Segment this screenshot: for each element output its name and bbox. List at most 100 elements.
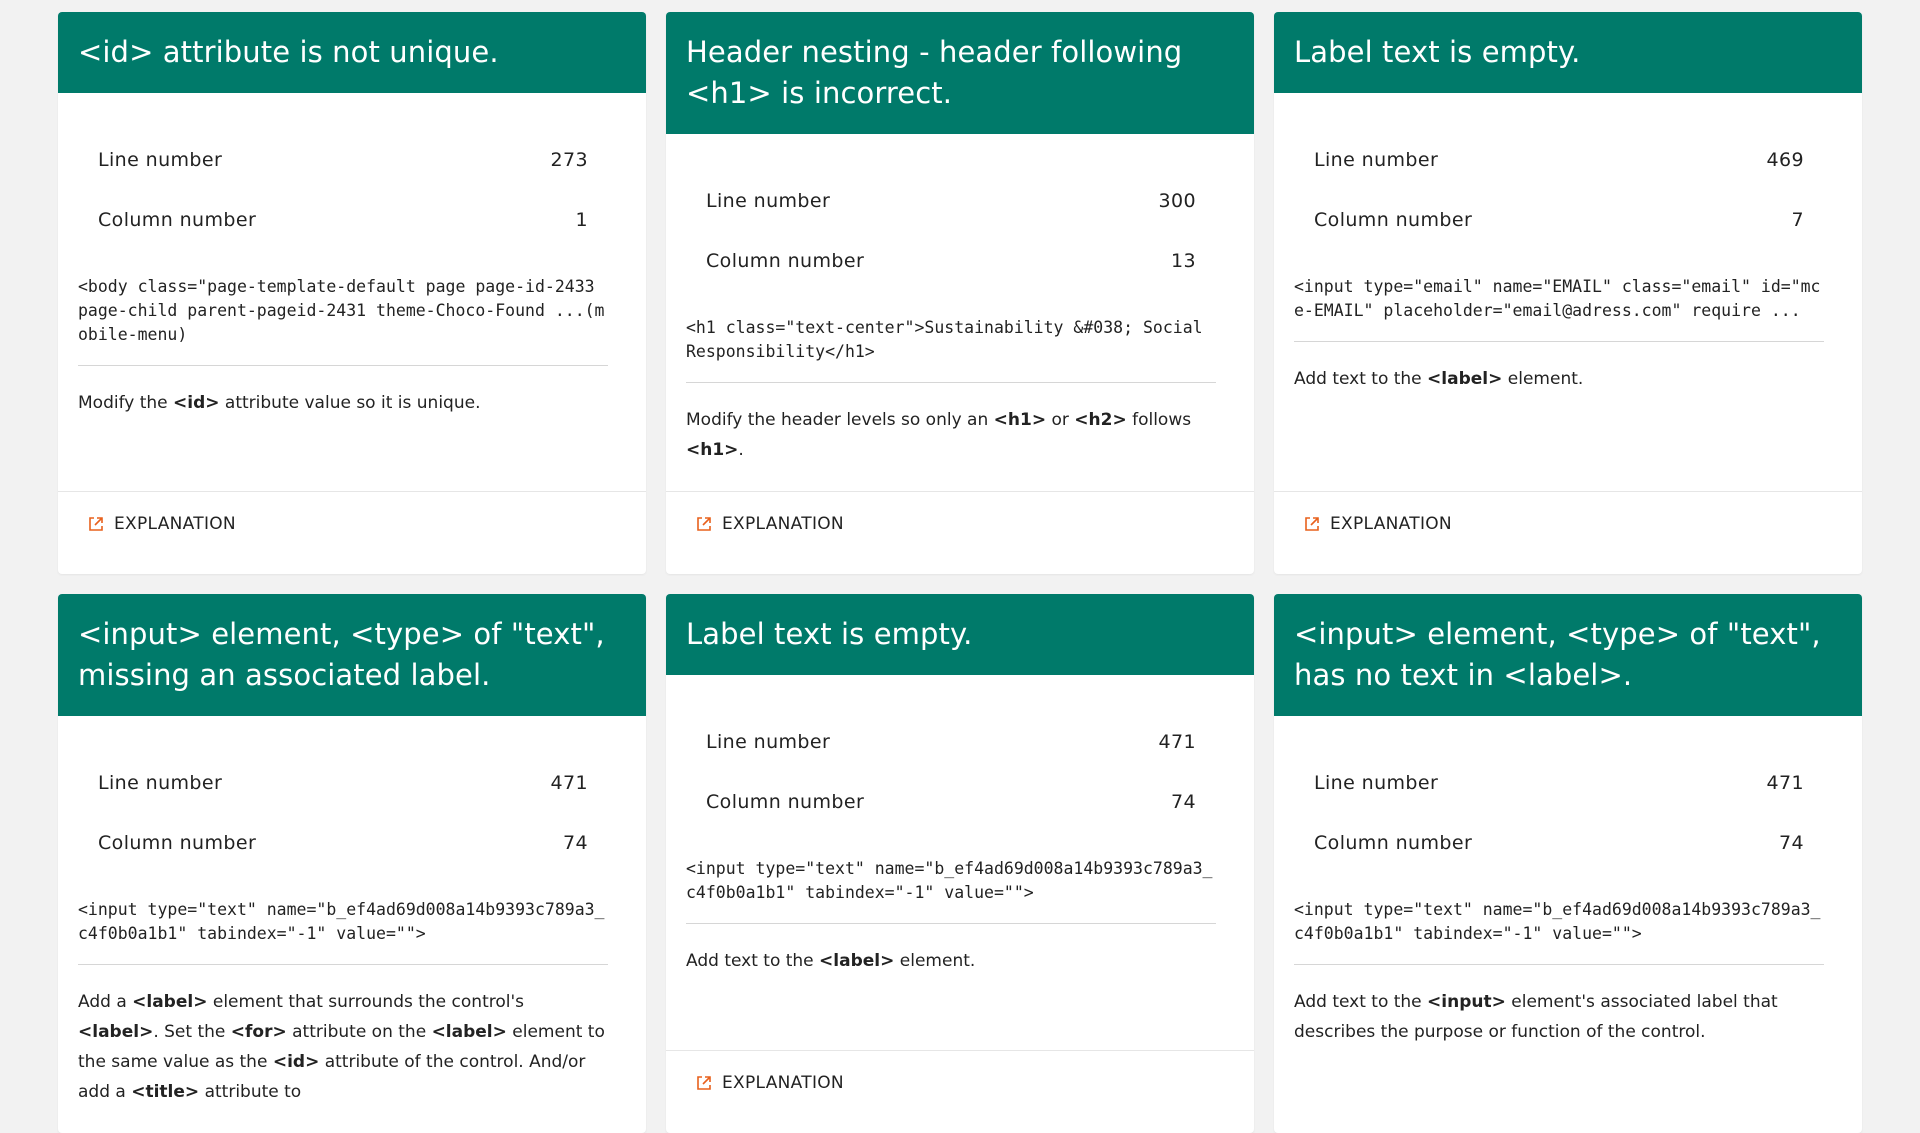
column-number-row: Column number 74 — [78, 830, 608, 890]
explanation-link[interactable]: EXPLANATION — [666, 491, 1254, 574]
advice-text: element. — [1502, 369, 1584, 389]
line-number-row: Line number 469 — [1294, 147, 1824, 207]
advice-code-term: <h2> — [1074, 410, 1127, 430]
advice-text: . Set the — [153, 1022, 231, 1042]
line-number-row: Line number 300 — [686, 188, 1216, 248]
issue-card-5: Label text is empty. Line number 471 Col… — [666, 594, 1254, 1133]
column-number-row: Column number 1 — [78, 207, 608, 267]
column-number-label: Column number — [1314, 832, 1473, 854]
code-snippet: <input type="text" name="b_ef4ad69d008a1… — [1294, 890, 1824, 965]
column-number-value: 7 — [1791, 209, 1804, 231]
fix-advice: Add text to the <label> element. — [686, 924, 1216, 1002]
line-number-value: 469 — [1766, 149, 1804, 171]
fix-advice: Modify the <id> attribute value so it is… — [78, 366, 608, 444]
explanation-label[interactable]: EXPLANATION — [722, 514, 844, 534]
issue-title: <input> element, <type> of "text", missi… — [58, 594, 646, 716]
advice-code-term: <label> — [431, 1022, 507, 1042]
advice-text: Add text to the — [1294, 369, 1428, 389]
column-number-value: 1 — [575, 209, 588, 231]
column-number-row: Column number 74 — [686, 789, 1216, 849]
explanation-label[interactable]: EXPLANATION — [114, 514, 236, 534]
fix-advice: Add text to the <input> element's associ… — [1294, 965, 1824, 1073]
issue-title: <id> attribute is not unique. — [58, 12, 646, 93]
column-number-value: 74 — [563, 832, 588, 854]
advice-code-term: <id> — [272, 1052, 320, 1072]
code-snippet: <body class="page-template-default page … — [78, 267, 608, 366]
advice-text: element that surrounds the control's — [207, 992, 525, 1012]
advice-text: . — [738, 440, 744, 460]
explanation-link[interactable]: EXPLANATION — [1274, 491, 1862, 574]
advice-code-term: <h1> — [686, 440, 739, 460]
line-number-row: Line number 471 — [78, 770, 608, 830]
external-link-icon — [696, 516, 712, 532]
advice-code-term: <input> — [1427, 992, 1506, 1012]
column-number-value: 13 — [1171, 250, 1196, 272]
code-snippet: <input type="text" name="b_ef4ad69d008a1… — [686, 849, 1216, 924]
fix-advice: Add text to the <label> element. — [1294, 342, 1824, 420]
issue-body: Line number 471 Column number 74 <input … — [666, 675, 1254, 1002]
advice-text: or — [1046, 410, 1075, 430]
issue-body: Line number 471 Column number 74 <input … — [58, 716, 646, 1133]
advice-code-term: <label> — [819, 951, 895, 971]
issue-title: Header nesting - header following <h1> i… — [666, 12, 1254, 134]
column-number-value: 74 — [1779, 832, 1804, 854]
line-number-label: Line number — [706, 731, 831, 753]
line-number-label: Line number — [706, 190, 831, 212]
advice-text: attribute value so it is unique. — [219, 393, 481, 413]
line-number-value: 471 — [1158, 731, 1196, 753]
issue-body: Line number 273 Column number 1 <body cl… — [58, 93, 646, 444]
line-number-value: 471 — [1766, 772, 1804, 794]
advice-text: Add a — [78, 992, 133, 1012]
line-number-label: Line number — [1314, 772, 1439, 794]
issue-card-3: Label text is empty. Line number 469 Col… — [1274, 12, 1862, 574]
line-number-value: 273 — [550, 149, 588, 171]
line-number-label: Line number — [1314, 149, 1439, 171]
line-number-label: Line number — [98, 772, 223, 794]
code-snippet: <input type="email" name="EMAIL" class="… — [1294, 267, 1824, 342]
column-number-value: 74 — [1171, 791, 1196, 813]
column-number-label: Column number — [1314, 209, 1473, 231]
column-number-label: Column number — [98, 209, 257, 231]
explanation-label[interactable]: EXPLANATION — [722, 1073, 844, 1093]
issue-title: Label text is empty. — [1274, 12, 1862, 93]
line-number-row: Line number 471 — [1294, 770, 1824, 830]
issue-card-4: <input> element, <type> of "text", missi… — [58, 594, 646, 1133]
advice-code-term: <label> — [1427, 369, 1503, 389]
advice-text: follows — [1126, 410, 1192, 430]
line-number-value: 471 — [550, 772, 588, 794]
external-link-icon — [1304, 516, 1320, 532]
fix-advice: Add a <label> element that surrounds the… — [78, 965, 608, 1133]
advice-text: attribute on the — [286, 1022, 432, 1042]
advice-code-term: <for> — [230, 1022, 287, 1042]
explanation-link[interactable]: EXPLANATION — [58, 491, 646, 574]
line-number-label: Line number — [98, 149, 223, 171]
issues-grid: <id> attribute is not unique. Line numbe… — [58, 12, 1862, 1133]
explanation-label[interactable]: EXPLANATION — [1330, 514, 1452, 534]
explanation-link[interactable]: EXPLANATION — [666, 1050, 1254, 1133]
column-number-label: Column number — [706, 250, 865, 272]
issue-body: Line number 471 Column number 74 <input … — [1274, 716, 1862, 1073]
line-number-value: 300 — [1158, 190, 1196, 212]
advice-code-term: <label> — [132, 992, 208, 1012]
advice-code-term: <title> — [131, 1082, 200, 1102]
advice-code-term: <id> — [173, 393, 220, 413]
code-snippet: <h1 class="text-center">Sustainability &… — [686, 308, 1216, 383]
external-link-icon — [696, 1075, 712, 1091]
external-link-icon — [88, 516, 104, 532]
issue-body: Line number 300 Column number 13 <h1 cla… — [666, 134, 1254, 491]
fix-advice: Modify the header levels so only an <h1>… — [686, 383, 1216, 491]
issue-card-2: Header nesting - header following <h1> i… — [666, 12, 1254, 574]
column-number-row: Column number 13 — [686, 248, 1216, 308]
advice-text: element. — [894, 951, 976, 971]
column-number-row: Column number 74 — [1294, 830, 1824, 890]
code-snippet: <input type="text" name="b_ef4ad69d008a1… — [78, 890, 608, 965]
issue-title: <input> element, <type> of "text", has n… — [1274, 594, 1862, 716]
issue-card-1: <id> attribute is not unique. Line numbe… — [58, 12, 646, 574]
column-number-label: Column number — [98, 832, 257, 854]
advice-text: Add text to the — [686, 951, 820, 971]
advice-text: Add text to the — [1294, 992, 1428, 1012]
line-number-row: Line number 471 — [686, 729, 1216, 789]
advice-text: Modify the — [78, 393, 174, 413]
column-number-row: Column number 7 — [1294, 207, 1824, 267]
advice-code-term: <label> — [78, 1022, 154, 1042]
